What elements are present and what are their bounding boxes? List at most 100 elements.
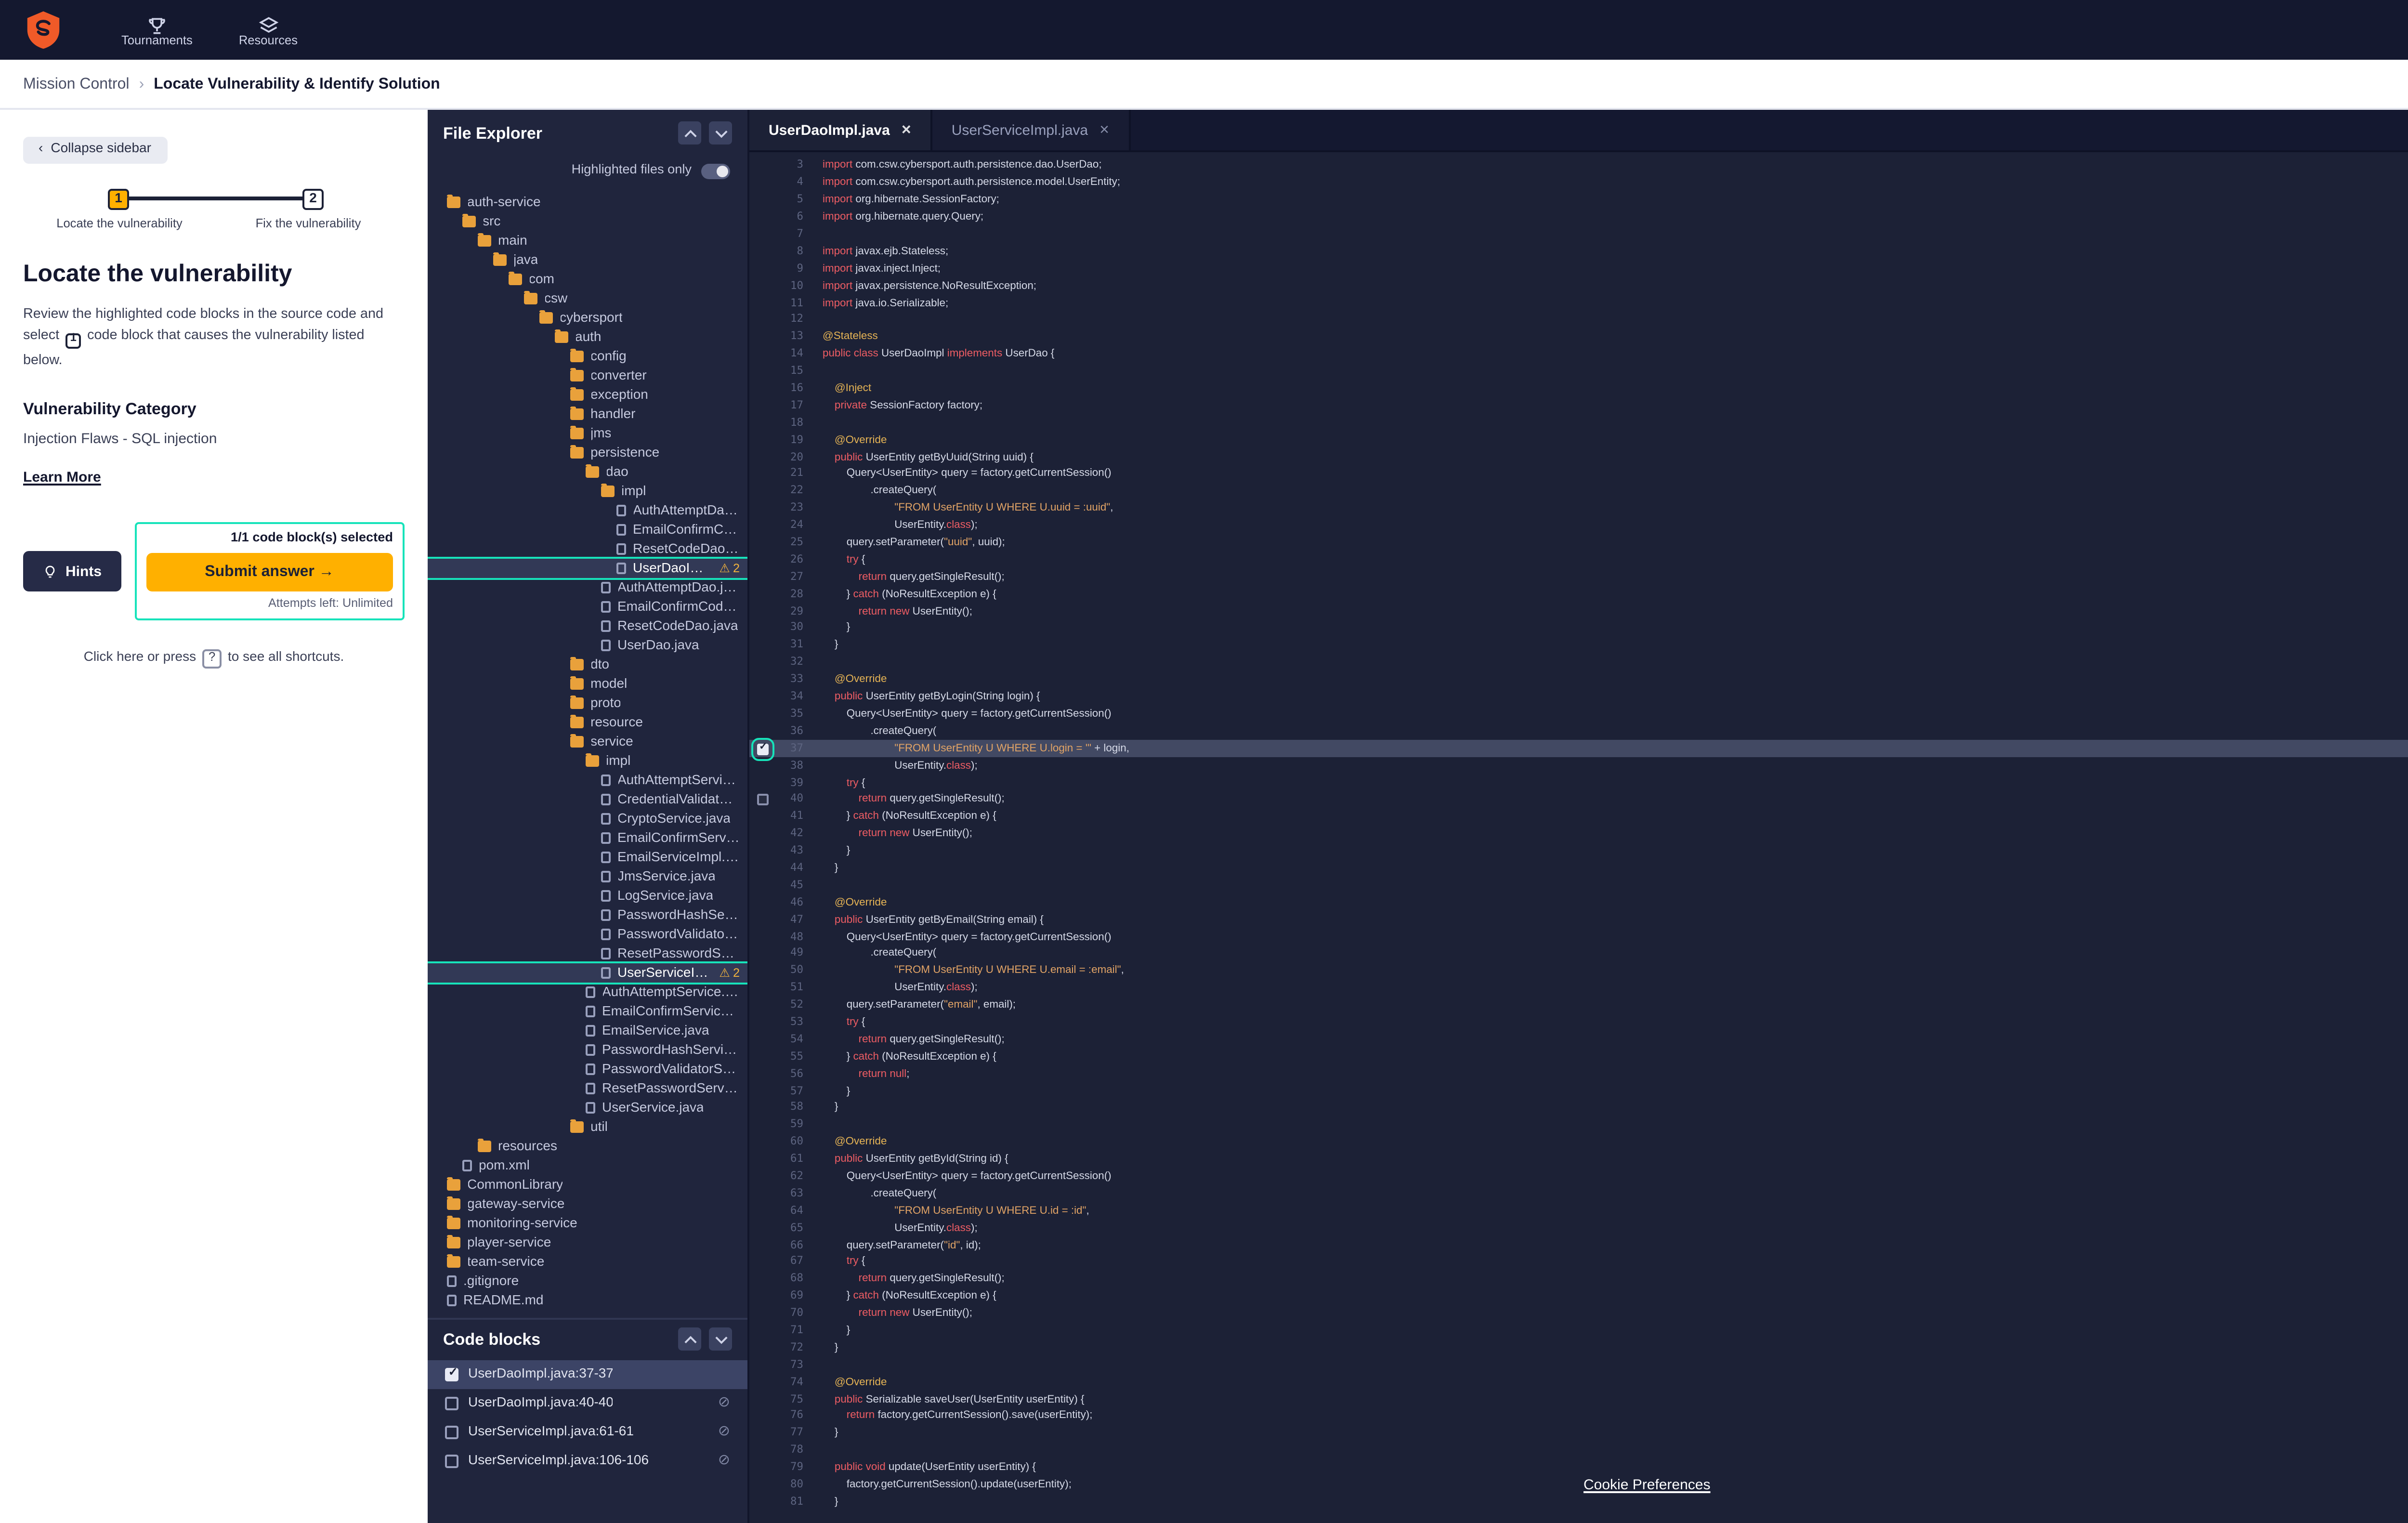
tree-item-userservice-java[interactable]: UserService.java (428, 1098, 747, 1117)
tree-item-converter[interactable]: converter (428, 366, 747, 385)
tree-item-emailconfirmservice-java[interactable]: EmailConfirmService.java (428, 1002, 747, 1021)
tree-item-exception[interactable]: exception (428, 385, 747, 405)
line-37-checkbox[interactable] (756, 743, 768, 755)
submit-answer-button[interactable]: Submit answer → (146, 552, 393, 591)
code-block-checkbox[interactable] (445, 1425, 458, 1438)
brand-shield-logo[interactable] (23, 10, 64, 50)
step-2-badge[interactable]: 2 (302, 188, 324, 209)
tree-item-handler[interactable]: handler (428, 405, 747, 424)
line-number: 4 (774, 178, 803, 189)
explorer-next-button[interactable] (709, 121, 732, 144)
tree-item-dto[interactable]: dto (428, 655, 747, 674)
tree-item-resource[interactable]: resource (428, 713, 747, 732)
tree-item-resetcodedao-java[interactable]: ResetCodeDao.java (428, 617, 747, 636)
tree-item-impl[interactable]: impl (428, 751, 747, 771)
collapse-sidebar-button[interactable]: ‹ Collapse sidebar (23, 136, 167, 163)
tree-item-commonlibrary[interactable]: CommonLibrary (428, 1175, 747, 1195)
code-block-row[interactable]: UserServiceImpl.java:61-61 (428, 1417, 747, 1446)
code-block-row[interactable]: UserDaoImpl.java:40-40 (428, 1388, 747, 1417)
tree-item-team-service[interactable]: team-service (428, 1252, 747, 1272)
tree-item-passwordhashserviceimpl-java[interactable]: PasswordHashServiceImpl.java (428, 906, 747, 925)
tree-item-passwordvalidatorservice-java[interactable]: PasswordValidatorService.java (428, 1060, 747, 1079)
tree-item-authattemptserviceimpl-java[interactable]: AuthAttemptServiceImpl.java (428, 771, 747, 790)
shortcut-hint[interactable]: Click here or press ? to see all shortcu… (23, 650, 405, 669)
tree-item-gateway-service[interactable]: gateway-service (428, 1195, 747, 1214)
tree-item-src[interactable]: src (428, 212, 747, 231)
tree-item-authattemptdao-java[interactable]: AuthAttemptDao.java (428, 578, 747, 597)
chevron-down-icon (714, 1334, 727, 1344)
hints-button[interactable]: Hints (23, 551, 121, 592)
cookie-preferences-link[interactable]: Cookie Preferences (1584, 1476, 1711, 1493)
explorer-prev-button[interactable] (678, 121, 701, 144)
tree-item-jmsservice-java[interactable]: JmsService.java (428, 867, 747, 886)
tree-item-pom-xml[interactable]: pom.xml (428, 1156, 747, 1175)
tab-userserviceimpl[interactable]: UserServiceImpl.java × (932, 110, 1130, 150)
tree-item-logservice-java[interactable]: LogService.java (428, 886, 747, 906)
tree-item-emailservice-java[interactable]: EmailService.java (428, 1021, 747, 1040)
tree-item-dao[interactable]: dao (428, 462, 747, 482)
tree-item-auth[interactable]: auth (428, 328, 747, 347)
folder-icon (570, 1122, 584, 1132)
nav-resources[interactable]: Resources (239, 11, 298, 49)
tree-item-monitoring-service[interactable]: monitoring-service (428, 1214, 747, 1233)
breadcrumb-root[interactable]: Mission Control (23, 75, 130, 92)
tree-item-model[interactable]: model (428, 674, 747, 694)
tree-item-authattemptdaoimpl-java[interactable]: AuthAttemptDaoImpl.java (428, 501, 747, 520)
tree-item-util[interactable]: util (428, 1117, 747, 1137)
code-blocks-panel: Code blocks UserDaoImpl.java:37-37UserDa… (428, 1317, 747, 1523)
learn-more-link[interactable]: Learn More (23, 469, 101, 486)
code-block-checkbox[interactable] (445, 1367, 458, 1380)
tree-item-readme-md[interactable]: README.md (428, 1291, 747, 1310)
tab-userdaoimpl[interactable]: UserDaoImpl.java × (749, 110, 932, 150)
tree-item-cryptoservice-java[interactable]: CryptoService.java (428, 809, 747, 828)
code-blocks-next-button[interactable] (709, 1327, 732, 1351)
tree-item-userdaoimpl-java[interactable]: UserDaoImpl.java2 (428, 559, 747, 578)
tree-item-userdao-java[interactable]: UserDao.java (428, 636, 747, 655)
tree-item-resetpasswordserviceimpl-java[interactable]: ResetPasswordServiceImpl.java (428, 944, 747, 963)
tree-item-credentialvalidatorimpl-java[interactable]: CredentialValidatorImpl.java (428, 790, 747, 809)
tree-item-passwordvalidatorimpl-java[interactable]: PasswordValidatorImpl.java (428, 925, 747, 944)
code-text: Query<UserEntity> query = factory.getCur… (803, 932, 1112, 943)
highlighted-files-toggle[interactable] (701, 163, 730, 178)
tree-item-impl[interactable]: impl (428, 482, 747, 501)
tree-item-persistence[interactable]: persistence (428, 443, 747, 462)
code-block-checkbox[interactable] (445, 1396, 458, 1409)
line-40-checkbox[interactable] (756, 795, 768, 806)
tree-item-resetpasswordservice-java[interactable]: ResetPasswordService.java (428, 1079, 747, 1098)
close-icon[interactable]: × (902, 122, 911, 138)
tree-item-emailconfirmcodedao-java[interactable]: EmailConfirmCodeDao.java (428, 597, 747, 617)
tree-item-java[interactable]: java (428, 250, 747, 270)
tree-item-proto[interactable]: proto (428, 694, 747, 713)
tree-item-label: UserDao.java (617, 639, 699, 652)
code-block-row[interactable]: UserServiceImpl.java:106-106 (428, 1446, 747, 1475)
tree-item-player-service[interactable]: player-service (428, 1233, 747, 1252)
tree-item-service[interactable]: service (428, 732, 747, 751)
code-line-53: 53 try { (749, 1014, 2408, 1032)
tree-item-cybersport[interactable]: cybersport (428, 308, 747, 328)
tree-item-label: model (590, 677, 627, 691)
tree-item-com[interactable]: com (428, 270, 747, 289)
code-block-row[interactable]: UserDaoImpl.java:37-37 (428, 1359, 747, 1388)
tree-item-passwordhashservice-java[interactable]: PasswordHashService.java (428, 1040, 747, 1060)
tree-item--gitignore[interactable]: .gitignore (428, 1272, 747, 1291)
tree-item-authattemptservice-java[interactable]: AuthAttemptService.java (428, 983, 747, 1002)
tree-item-resources[interactable]: resources (428, 1137, 747, 1156)
tree-item-csw[interactable]: csw (428, 289, 747, 308)
tree-item-label: impl (621, 485, 646, 498)
tree-item-userserviceimpl-java[interactable]: UserServiceImpl.java2 (428, 963, 747, 983)
code-text: try { (803, 1257, 865, 1269)
tree-item-resetcodedaoimpl-java[interactable]: ResetCodeDaoImpl.java (428, 539, 747, 559)
nav-tournaments[interactable]: Tournaments (121, 11, 193, 49)
tree-item-emailconfirmserviceimpl-java[interactable]: EmailConfirmServiceImpl.java (428, 828, 747, 848)
code-block-checkbox[interactable] (445, 1454, 458, 1467)
tree-item-auth-service[interactable]: auth-service (428, 193, 747, 212)
line-number: 27 (774, 572, 803, 583)
code-blocks-prev-button[interactable] (678, 1327, 701, 1351)
step-1-badge[interactable]: 1 (108, 188, 129, 209)
close-icon[interactable]: × (1099, 122, 1109, 138)
tree-item-emailserviceimpl-java[interactable]: EmailServiceImpl.java (428, 848, 747, 867)
tree-item-jms[interactable]: jms (428, 424, 747, 443)
tree-item-emailconfirmcodedaoimpl-java[interactable]: EmailConfirmCodeDaoImpl.java (428, 520, 747, 539)
tree-item-main[interactable]: main (428, 231, 747, 250)
tree-item-config[interactable]: config (428, 347, 747, 366)
